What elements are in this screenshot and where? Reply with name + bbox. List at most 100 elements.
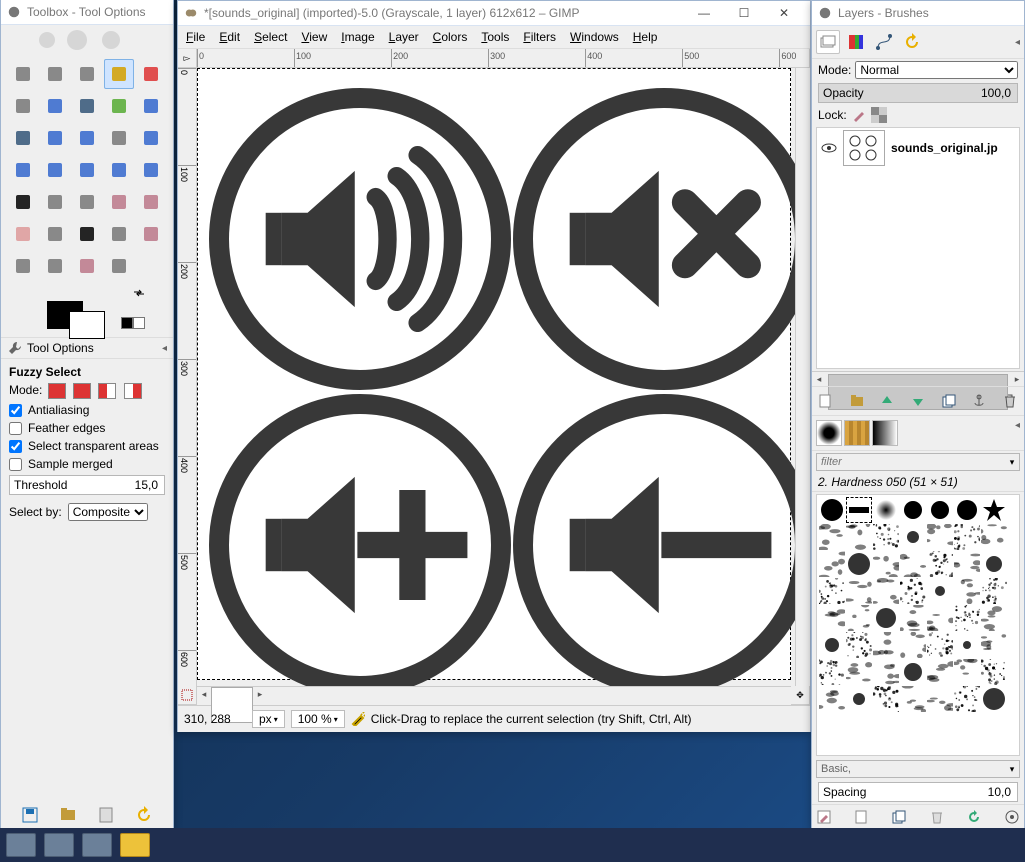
selectby-select[interactable]: Composite [68, 503, 148, 521]
tool-shear[interactable] [40, 155, 70, 185]
canvas[interactable] [197, 68, 791, 680]
brush-cell[interactable] [927, 578, 953, 604]
opacity-input[interactable] [959, 85, 1013, 101]
brush-cell[interactable] [873, 605, 899, 631]
brush-cell[interactable] [981, 578, 1007, 604]
tool-airbrush[interactable] [40, 219, 70, 249]
brush-tab-menu-icon[interactable]: ◂ [1015, 420, 1020, 446]
preset-dropdown-icon[interactable]: ▾ [1005, 764, 1019, 775]
brush-cell[interactable] [819, 524, 845, 550]
options-menu-icon[interactable]: ◂ [162, 343, 167, 354]
tool-options-header[interactable]: Tool Options ◂ [1, 337, 173, 359]
reset-options-icon[interactable] [135, 806, 153, 824]
tool-rotate[interactable] [136, 123, 166, 153]
tool-perspective-clone[interactable] [8, 251, 38, 281]
mode-replace[interactable] [48, 383, 66, 399]
mode-add[interactable] [73, 383, 91, 399]
anchor-layer-icon[interactable] [969, 391, 989, 411]
brush-cell[interactable] [954, 524, 980, 550]
layer-name[interactable]: sounds_original.jp [891, 141, 998, 155]
transparent-checkbox[interactable]: Select transparent areas [9, 439, 165, 453]
brush-cell[interactable] [927, 551, 953, 577]
brush-cell[interactable] [819, 578, 845, 604]
brush-cell[interactable] [981, 632, 1007, 658]
tool-ellipse-select[interactable] [40, 59, 70, 89]
layer-row[interactable]: sounds_original.jp [817, 128, 1019, 168]
tool-smudge[interactable] [72, 251, 102, 281]
tab-undo[interactable] [900, 30, 924, 54]
new-layer-icon[interactable] [816, 391, 836, 411]
tool-foreground-select[interactable] [40, 91, 70, 121]
taskbar-item[interactable] [82, 833, 112, 857]
blend-mode-select[interactable]: Normal [855, 61, 1018, 79]
brush-filter-input[interactable] [817, 454, 1005, 470]
brush-cell[interactable] [819, 632, 845, 658]
tool-scissors[interactable] [8, 91, 38, 121]
brush-cell[interactable] [873, 497, 899, 523]
brush-cell[interactable] [927, 605, 953, 631]
delete-layer-icon[interactable] [1000, 391, 1020, 411]
brush-cell[interactable] [927, 632, 953, 658]
tool-eraser[interactable] [8, 219, 38, 249]
opacity-field[interactable]: Opacity [818, 83, 1018, 103]
brush-cell[interactable] [846, 686, 872, 712]
brush-cell[interactable] [954, 605, 980, 631]
delete-brush-icon[interactable] [929, 809, 945, 825]
navigation-corner[interactable]: ✥ [791, 686, 810, 705]
brush-cell[interactable] [900, 551, 926, 577]
brush-preset-row[interactable]: ▾ [816, 760, 1020, 778]
lock-pixels-icon[interactable] [851, 107, 867, 123]
save-options-icon[interactable] [21, 806, 39, 824]
brush-filter[interactable]: ▾ [816, 453, 1020, 471]
brush-cell[interactable] [873, 578, 899, 604]
spacing-field[interactable]: Spacing [818, 782, 1018, 802]
restore-options-icon[interactable] [59, 806, 77, 824]
spacing-input[interactable] [959, 784, 1013, 800]
tool-scale[interactable] [8, 155, 38, 185]
brush-cell[interactable] [981, 659, 1007, 685]
menu-colors[interactable]: Colors [433, 30, 468, 44]
layer-down-icon[interactable] [908, 391, 928, 411]
menu-bar[interactable]: FileEditSelectViewImageLayerColorsToolsF… [178, 26, 810, 49]
ruler-corner[interactable]: ▻ [178, 49, 197, 68]
brush-grid[interactable] [816, 494, 1020, 756]
menu-select[interactable]: Select [254, 30, 287, 44]
background-swatch[interactable] [69, 311, 105, 339]
tool-heal[interactable] [136, 219, 166, 249]
menu-help[interactable]: Help [633, 30, 658, 44]
tool-move[interactable] [40, 123, 70, 153]
brush-cell[interactable] [819, 659, 845, 685]
tool-color-picker[interactable] [104, 91, 134, 121]
sample-merged-checkbox[interactable]: Sample merged [9, 457, 165, 471]
visibility-eye-icon[interactable] [821, 140, 837, 156]
menu-windows[interactable]: Windows [570, 30, 619, 44]
tab-layers[interactable] [816, 30, 840, 54]
layer-hscroll[interactable]: ◂▸ [812, 371, 1024, 386]
brush-cell[interactable] [819, 605, 845, 631]
brush-cell[interactable] [927, 497, 953, 523]
brush-cell[interactable] [981, 686, 1007, 712]
tab-brushes[interactable] [816, 420, 842, 446]
delete-options-icon[interactable] [97, 806, 115, 824]
brush-cell[interactable] [873, 551, 899, 577]
tool-flip[interactable] [104, 155, 134, 185]
vertical-ruler[interactable]: 0100200300400500600 [178, 68, 197, 686]
close-button[interactable]: ✕ [764, 1, 804, 25]
feather-checkbox[interactable]: Feather edges [9, 421, 165, 435]
menu-view[interactable]: View [301, 30, 327, 44]
tool-blur[interactable] [40, 251, 70, 281]
tool-crop[interactable] [104, 123, 134, 153]
duplicate-layer-icon[interactable] [939, 391, 959, 411]
zoom-select[interactable]: 100 %▾ [291, 710, 345, 728]
layer-list[interactable]: sounds_original.jp [816, 127, 1020, 369]
menu-image[interactable]: Image [341, 30, 374, 44]
threshold-field[interactable]: Threshold [9, 475, 165, 495]
brush-cell[interactable] [873, 686, 899, 712]
brush-cell[interactable] [846, 551, 872, 577]
tab-paths[interactable] [872, 30, 896, 54]
tab-channels[interactable] [844, 30, 868, 54]
taskbar[interactable] [0, 828, 1025, 862]
tool-text[interactable] [8, 187, 38, 217]
taskbar-item[interactable] [44, 833, 74, 857]
filter-dropdown-icon[interactable]: ▾ [1005, 457, 1019, 468]
